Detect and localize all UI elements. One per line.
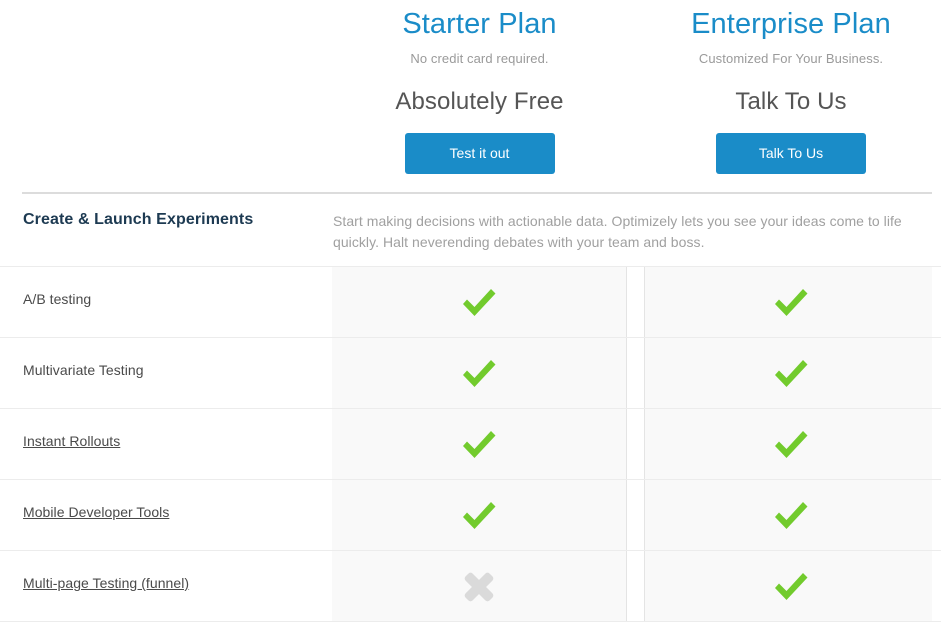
check-icon	[771, 427, 811, 463]
table-row: Multi-page Testing (funnel)	[0, 550, 941, 622]
column-divider-left	[626, 480, 627, 550]
check-icon	[771, 498, 811, 534]
plan-subtitle-enterprise: Customized For Your Business.	[645, 51, 937, 66]
table-row: A/B testing	[0, 266, 941, 337]
column-divider-right	[644, 480, 645, 550]
check-icon	[771, 285, 811, 321]
column-divider-left	[626, 338, 627, 408]
cross-icon	[459, 569, 499, 605]
plan-subtitle-starter: No credit card required.	[332, 51, 627, 66]
plan-title-enterprise: Enterprise Plan	[645, 9, 937, 41]
column-divider-left	[626, 551, 627, 621]
column-divider-left	[626, 267, 627, 337]
feature-label[interactable]: Mobile Developer Tools	[23, 504, 169, 520]
feature-label[interactable]: Instant Rollouts	[23, 433, 120, 449]
check-icon	[459, 285, 499, 321]
plan-card-starter: Starter Plan No credit card required. Ab…	[332, 0, 627, 174]
plan-header-area: Starter Plan No credit card required. Ab…	[0, 0, 941, 186]
section-divider	[22, 192, 932, 194]
plan-cta-wrap-enterprise: Talk To Us	[645, 133, 937, 174]
column-divider-left	[626, 409, 627, 479]
table-row: Mobile Developer Tools	[0, 479, 941, 550]
plan-cta-button-enterprise[interactable]: Talk To Us	[716, 133, 866, 174]
check-icon	[771, 356, 811, 392]
check-icon	[459, 356, 499, 392]
feature-label[interactable]: Multi-page Testing (funnel)	[23, 575, 189, 591]
column-divider-right	[644, 338, 645, 408]
section-description: Start making decisions with actionable d…	[333, 211, 923, 253]
column-divider-right	[644, 267, 645, 337]
plan-price-enterprise: Talk To Us	[645, 88, 937, 116]
check-icon	[459, 427, 499, 463]
section-header: Create & Launch Experiments Start making…	[0, 206, 941, 262]
column-divider-right	[644, 551, 645, 621]
plan-cta-button-starter[interactable]: Test it out	[405, 133, 555, 174]
plan-title-starter: Starter Plan	[332, 9, 627, 41]
table-row: Multivariate Testing	[0, 337, 941, 408]
column-divider-right	[644, 409, 645, 479]
plan-cta-wrap-starter: Test it out	[332, 133, 627, 174]
check-icon	[459, 498, 499, 534]
section-title: Create & Launch Experiments	[23, 211, 253, 229]
plan-price-starter: Absolutely Free	[332, 88, 627, 116]
feature-label: A/B testing	[23, 291, 91, 307]
feature-comparison-table: A/B testing Multivariate Testing Instant R…	[0, 266, 941, 622]
feature-label: Multivariate Testing	[23, 362, 144, 378]
table-row: Instant Rollouts	[0, 408, 941, 479]
check-icon	[771, 569, 811, 605]
plan-card-enterprise: Enterprise Plan Customized For Your Busi…	[645, 0, 937, 174]
